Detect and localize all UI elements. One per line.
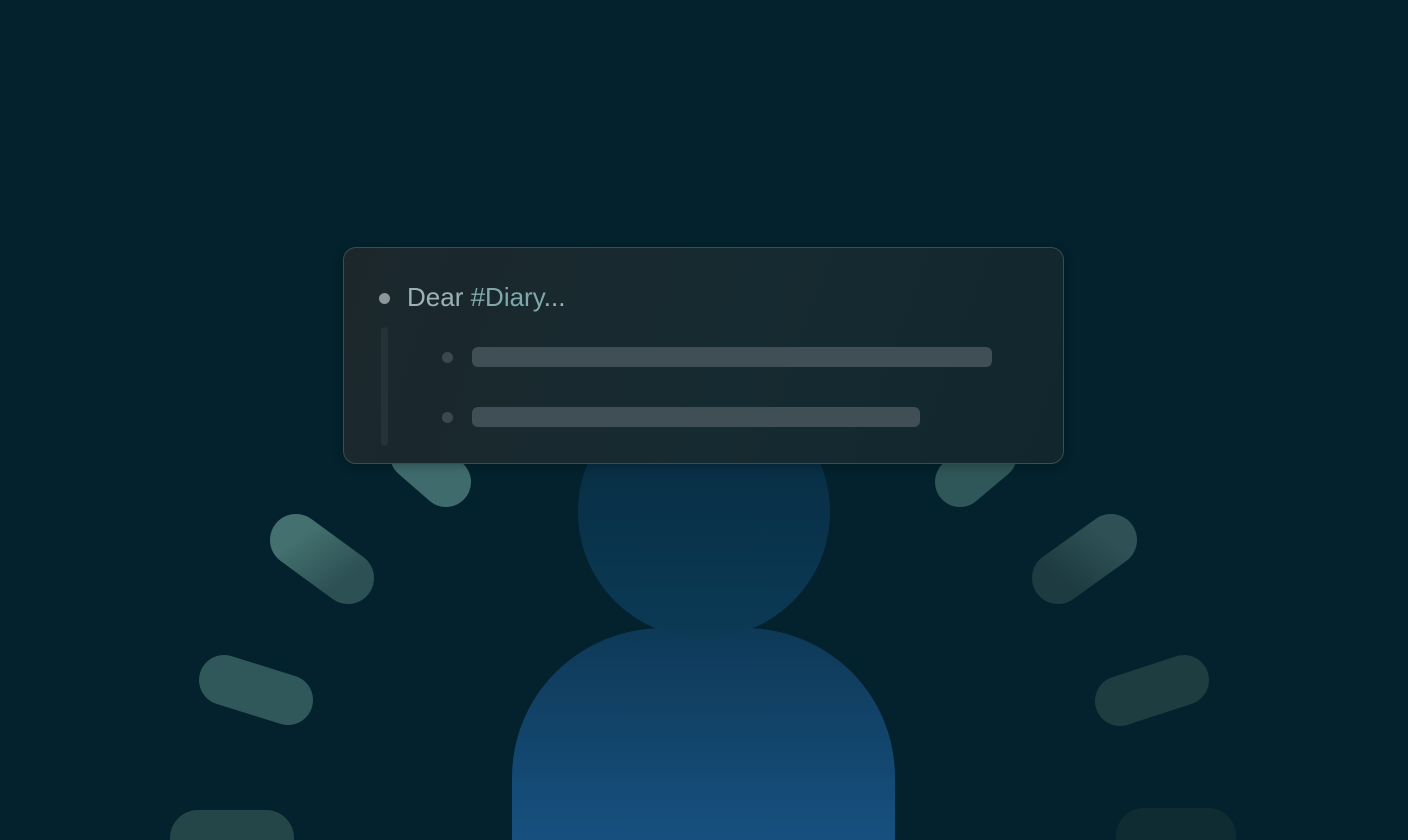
child-block-placeholder[interactable] [442, 407, 922, 427]
bullet-dot-icon[interactable] [442, 412, 453, 423]
children-thread-line [381, 327, 388, 446]
title-suffix: ... [543, 282, 566, 312]
title-prefix: Dear [407, 282, 471, 312]
light-rays-left [170, 430, 471, 840]
note-title[interactable]: Dear #Diary... [407, 280, 565, 314]
bullet-dot-icon[interactable] [379, 293, 390, 304]
child-block-placeholder[interactable] [442, 347, 994, 367]
light-rays-right [935, 430, 1236, 840]
diary-illustration: Dear #Diary... [0, 0, 1408, 840]
text-placeholder-bar [472, 347, 992, 367]
text-placeholder-bar [472, 407, 920, 427]
diary-note-card[interactable]: Dear #Diary... [343, 247, 1064, 464]
bullet-dot-icon[interactable] [442, 352, 453, 363]
diary-tag-link[interactable]: #Diary [471, 282, 544, 312]
